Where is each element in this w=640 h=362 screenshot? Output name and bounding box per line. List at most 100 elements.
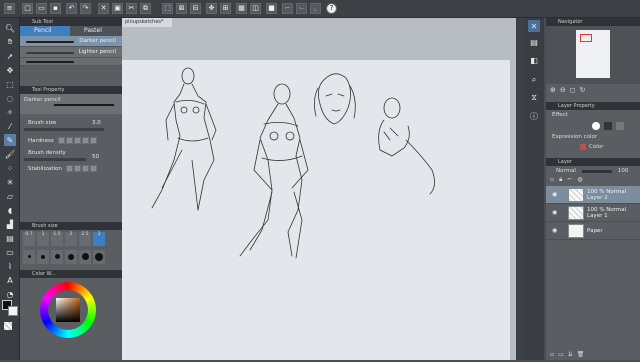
fill-icon[interactable]: ▣ <box>112 3 123 14</box>
menu-icon[interactable]: ≡ <box>4 3 15 14</box>
eraser-icon[interactable]: ▱ <box>4 190 16 202</box>
ruler-tool-icon[interactable]: ⌇ <box>4 260 16 272</box>
brush-size-slider[interactable] <box>24 128 104 131</box>
history-icon[interactable]: ⧖ <box>528 92 540 104</box>
ref-icon[interactable]: ◍ <box>577 176 582 186</box>
fit-icon[interactable]: ◻ <box>570 86 576 94</box>
lock-icon[interactable]: 🔒︎ <box>559 176 562 186</box>
snap-icon[interactable]: ◫ <box>250 3 261 14</box>
hardness-row[interactable]: Hardness <box>20 134 122 148</box>
hand-icon[interactable]: ✋︎ <box>4 36 16 48</box>
transform-icon[interactable]: ✥ <box>206 3 217 14</box>
size-option[interactable]: 1 <box>37 232 49 246</box>
stabilization-row[interactable]: Stabilization <box>20 162 122 176</box>
snap-special-ruler-icon[interactable]: ⌙ <box>296 3 307 14</box>
eyedropper-icon[interactable]: ⁄ <box>4 120 16 132</box>
search-icon[interactable]: ⌕ <box>528 74 540 86</box>
sub-color-swatch[interactable] <box>8 306 18 316</box>
stabilization-step[interactable] <box>89 165 97 172</box>
undo-icon[interactable]: ↶ <box>66 3 77 14</box>
add-layer-icon[interactable]: ▫ <box>550 351 554 358</box>
hardness-step[interactable] <box>65 137 73 144</box>
hardness-step[interactable] <box>57 137 65 144</box>
merge-icon[interactable]: ⇊ <box>568 351 573 358</box>
canvas-vertical-scrollbar[interactable] <box>516 18 524 360</box>
expression-color-select[interactable]: Color <box>546 142 640 152</box>
tab-pencil[interactable]: Pencil <box>20 26 70 36</box>
gradient-icon[interactable]: ▤ <box>4 232 16 244</box>
new-icon[interactable]: □ <box>22 3 33 14</box>
size-dot[interactable] <box>65 250 77 264</box>
save-icon[interactable]: ▪ <box>50 3 61 14</box>
brush-size-row[interactable]: Brush size 3.0 <box>20 120 122 134</box>
size-dot[interactable] <box>79 250 91 264</box>
effect-color-icon[interactable] <box>616 122 624 130</box>
size-option[interactable]: 2.5 <box>79 232 91 246</box>
blend-icon[interactable]: ◖ <box>4 204 16 216</box>
brush-density-slider[interactable] <box>24 158 86 161</box>
hardness-step[interactable] <box>73 137 81 144</box>
rotate-icon[interactable]: ↻ <box>580 86 586 94</box>
folder-icon[interactable]: ▭ <box>558 351 564 358</box>
airbrush-icon[interactable]: ⁘ <box>4 162 16 174</box>
stabilization-step[interactable] <box>65 165 73 172</box>
stabilization-step[interactable] <box>81 165 89 172</box>
brush-item-darker[interactable]: Darker pencil <box>20 36 122 47</box>
zoom-in-icon[interactable]: ⊕ <box>550 86 556 94</box>
layer-view-icon[interactable]: ▤ <box>528 36 540 48</box>
size-dot[interactable] <box>37 250 49 264</box>
opacity-slider[interactable] <box>581 169 612 173</box>
zoom-out-icon[interactable]: ⊖ <box>560 86 566 94</box>
copy-icon[interactable]: ⧉ <box>140 3 151 14</box>
tab-pastel[interactable]: Pastel <box>70 26 120 36</box>
brush-item-partial[interactable] <box>20 58 122 66</box>
grid-icon[interactable]: ▦ <box>236 3 247 14</box>
blend-mode-row[interactable]: Normal 100 <box>546 166 640 176</box>
material-icon[interactable]: ◧ <box>528 54 540 66</box>
effect-border-icon[interactable] <box>592 122 600 130</box>
fill-tool-icon[interactable]: ▟ <box>4 218 16 230</box>
clip-icon[interactable]: ⌐ <box>567 176 572 186</box>
color-saturation-square[interactable] <box>56 298 80 322</box>
transparent-color-icon[interactable] <box>4 322 12 330</box>
canvas-paper[interactable] <box>122 60 510 360</box>
zoom-icon[interactable]: 🔍︎ <box>4 22 16 34</box>
help-icon[interactable]: ? <box>326 3 337 14</box>
new-layer-icon[interactable]: ▫ <box>550 176 554 186</box>
navigator-viewport[interactable] <box>580 34 592 42</box>
selection-icon[interactable]: ⬚ <box>4 78 16 90</box>
trash-icon[interactable]: 🗑︎ <box>577 351 585 358</box>
deselect-icon[interactable]: ⊠ <box>176 3 187 14</box>
balloon-icon[interactable]: ◔ <box>4 288 16 300</box>
select-all-icon[interactable]: ⬚ <box>162 3 173 14</box>
tab-document[interactable]: pinupsketches* <box>122 18 172 27</box>
close-panel-icon[interactable]: ✕ <box>528 20 540 32</box>
color-square-icon[interactable]: ■ <box>266 3 277 14</box>
eye-icon[interactable]: ◉ <box>552 209 557 216</box>
snap-grid-icon[interactable]: ⌞ <box>310 3 321 14</box>
clear-icon[interactable]: ✕ <box>98 3 109 14</box>
eye-icon[interactable]: ◉ <box>552 191 557 198</box>
ruler-icon[interactable]: ⊞ <box>220 3 231 14</box>
size-dot[interactable] <box>23 250 35 264</box>
brush-item-lighter[interactable]: Lighter pencil <box>20 47 122 58</box>
eye-icon[interactable]: ◉ <box>552 227 557 234</box>
text-icon[interactable]: A <box>4 274 16 286</box>
brush-density-row[interactable]: Brush density 50 <box>20 148 122 162</box>
layer-row[interactable]: ◉ 100 % Normal Layer 2 <box>546 186 640 204</box>
figure-icon[interactable]: ▭ <box>4 246 16 258</box>
size-dot[interactable] <box>51 250 63 264</box>
snap-ruler-icon[interactable]: ⌐ <box>282 3 293 14</box>
layer-row[interactable]: ◉ Paper <box>546 222 640 240</box>
cut-icon[interactable]: ✂ <box>126 3 137 14</box>
stabilization-step[interactable] <box>73 165 81 172</box>
effect-tone-icon[interactable] <box>604 122 612 130</box>
decoration-icon[interactable]: ✳ <box>4 176 16 188</box>
info-icon[interactable]: ⓘ <box>528 110 540 122</box>
open-icon[interactable]: ▭ <box>36 3 47 14</box>
size-option[interactable]: 1.5 <box>51 232 63 246</box>
size-option[interactable]: 2 <box>65 232 77 246</box>
wand-icon[interactable]: ✧ <box>4 106 16 118</box>
brush-icon[interactable]: 🖌︎ <box>4 148 16 160</box>
invert-selection-icon[interactable]: ⊟ <box>190 3 201 14</box>
